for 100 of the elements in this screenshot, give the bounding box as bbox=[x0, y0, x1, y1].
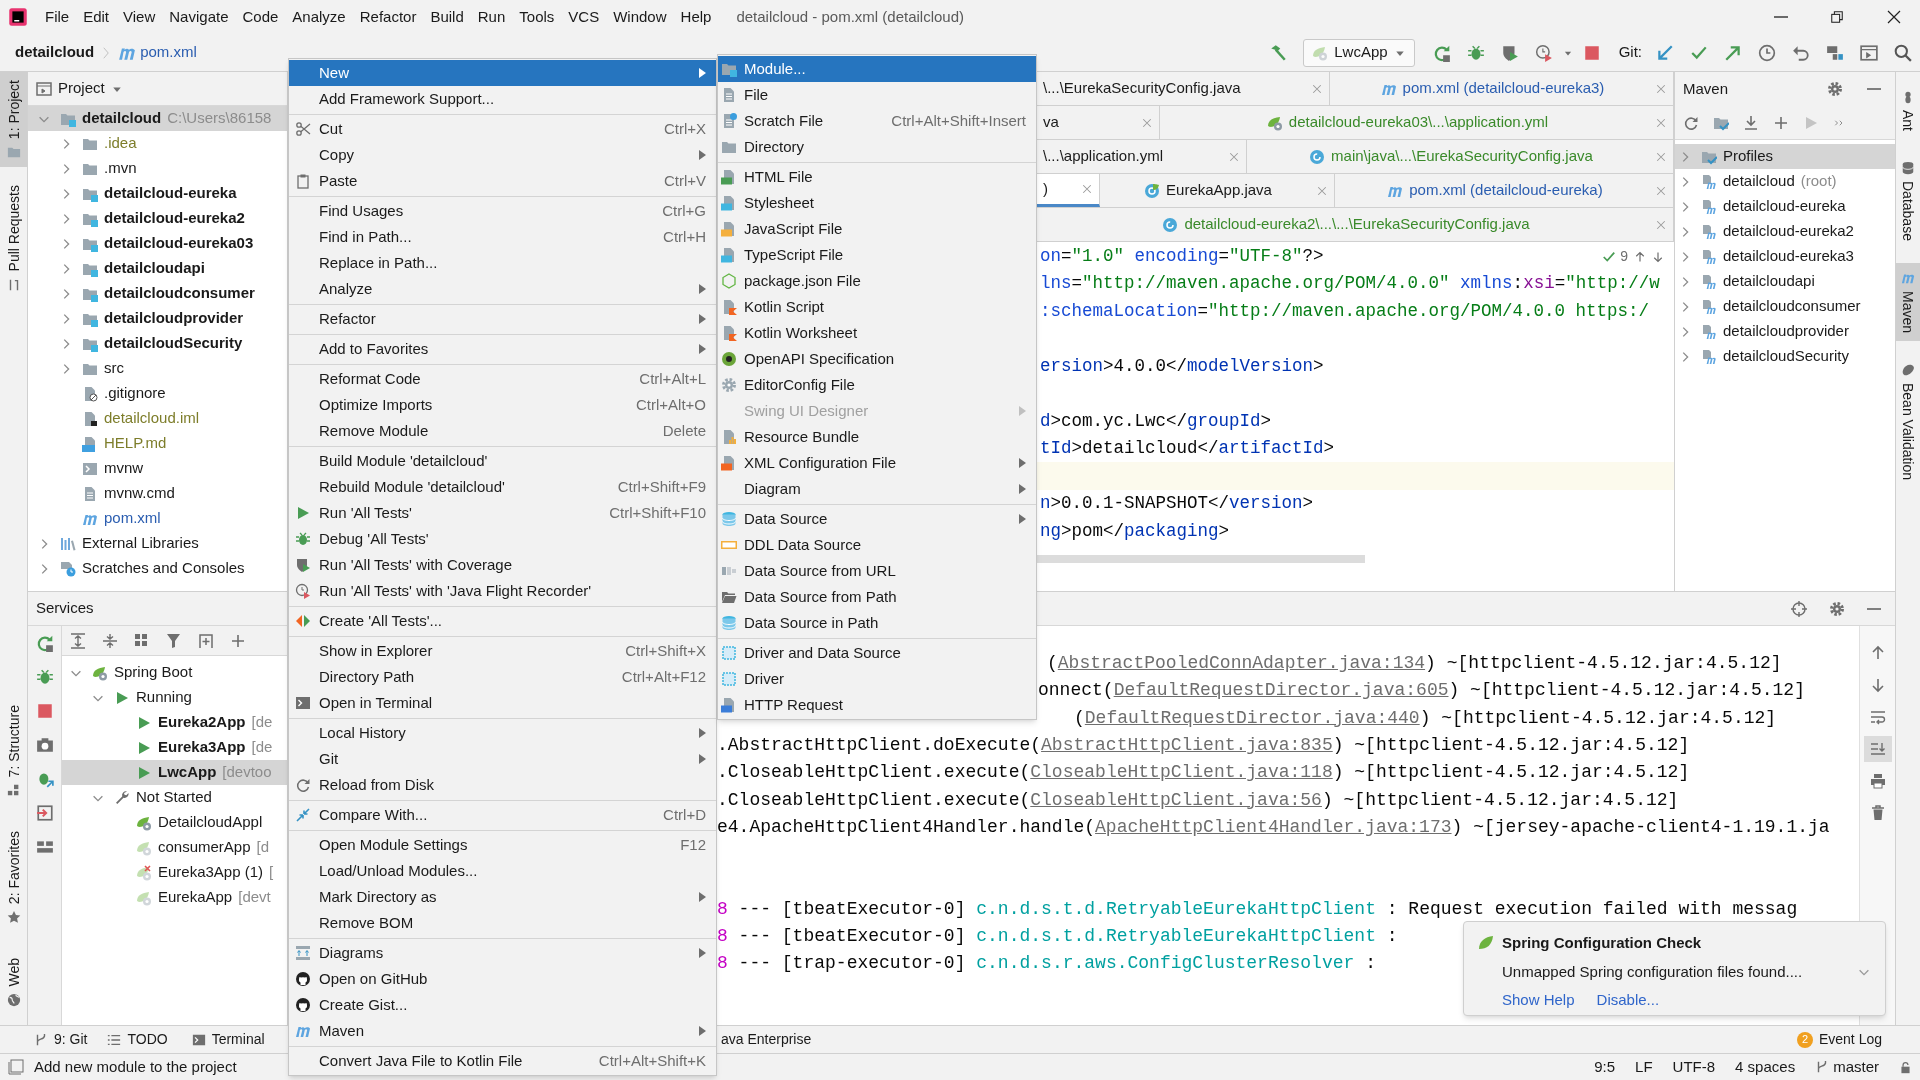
tree-item[interactable]: detailcloud-eureka bbox=[1675, 194, 1895, 219]
menu-bar-item[interactable]: Edit bbox=[76, 3, 117, 31]
menu-item[interactable]: Resource Bundle bbox=[718, 424, 1036, 450]
link[interactable]: DefaultRequestDirector.java:440 bbox=[1084, 707, 1420, 728]
status-item[interactable]: 4 spaces bbox=[1735, 1055, 1796, 1079]
tree-item[interactable]: Profiles bbox=[1675, 144, 1895, 169]
tree-item[interactable]: src bbox=[28, 356, 287, 381]
menu-bar-item[interactable]: Navigate bbox=[162, 3, 236, 31]
menu-item[interactable]: Driver and Data Source bbox=[718, 640, 1036, 666]
menu-item[interactable]: Kotlin Script bbox=[718, 294, 1036, 320]
tree-item[interactable]: Spring Boot bbox=[62, 660, 287, 685]
menu-item[interactable]: Driver bbox=[718, 666, 1036, 692]
menu-item[interactable]: Open in Terminal bbox=[289, 690, 716, 716]
tree-item[interactable]: Eureka2App [de bbox=[62, 710, 287, 735]
breadcrumb[interactable]: pom.xml bbox=[140, 41, 197, 64]
menu-bar-item[interactable]: Window bbox=[606, 3, 674, 31]
tree-item[interactable]: .idea bbox=[28, 131, 287, 156]
editor-tab[interactable]: ) bbox=[1037, 174, 1100, 207]
menu-item[interactable]: Diagrams bbox=[289, 940, 716, 966]
tool-window-tab[interactable]: Web bbox=[0, 950, 27, 1015]
menu-item[interactable]: Maven bbox=[289, 1018, 716, 1044]
menu-item[interactable]: HTML File bbox=[718, 164, 1036, 190]
tree-item[interactable]: Eureka3App [de bbox=[62, 735, 287, 760]
link[interactable]: AbstractPooledConnAdapter.java:134 bbox=[1057, 653, 1426, 674]
tree-item[interactable]: detailcloud-eureka2 bbox=[28, 206, 287, 231]
menu-item[interactable]: Find in Path... Ctrl+H bbox=[289, 224, 716, 250]
tree-item[interactable]: LwcApp [devtoo bbox=[62, 760, 287, 785]
link[interactable]: AbstractHttpClient.java:835 bbox=[1041, 735, 1333, 756]
menu-item[interactable]: Run 'All Tests' with 'Java Flight Recorder' bbox=[289, 578, 716, 604]
tree-item[interactable]: detailcloud C:\Users\86158 bbox=[28, 106, 287, 131]
tool-window-button[interactable]: 9: Git bbox=[34, 1029, 88, 1050]
menu-bar-item[interactable]: VCS bbox=[561, 3, 607, 31]
menu-item[interactable]: Build Module 'detailcloud' bbox=[289, 448, 716, 474]
link[interactable]: Show Help bbox=[1502, 989, 1575, 1012]
tree-item[interactable]: Not Started bbox=[62, 785, 287, 810]
menu-item[interactable]: JavaScript File bbox=[718, 216, 1036, 242]
menu-item[interactable]: Find Usages Ctrl+G bbox=[289, 198, 716, 224]
menu-item[interactable]: Replace in Path... bbox=[289, 250, 716, 276]
event-log-button[interactable]: 2 Event Log bbox=[1796, 1029, 1882, 1050]
tree-item[interactable]: Running bbox=[62, 685, 287, 710]
link[interactable]: ApacheHttpClient4Handler.java:173 bbox=[1095, 816, 1452, 837]
tree-item[interactable]: pom.xml bbox=[28, 506, 287, 531]
menu-item[interactable]: Data Source in Path bbox=[718, 610, 1036, 636]
tree-item[interactable]: detailcloud-eureka2 bbox=[1675, 219, 1895, 244]
menu-item[interactable]: OpenAPI Specification bbox=[718, 346, 1036, 372]
menu-item[interactable]: Rebuild Module 'detailcloud' Ctrl+Shift+F9 bbox=[289, 474, 716, 500]
tree-item[interactable]: detailcloud (root) bbox=[1675, 169, 1895, 194]
menu-item[interactable]: Diagram bbox=[718, 476, 1036, 502]
tree-item[interactable]: consumerApp [d bbox=[62, 835, 287, 860]
menu-item[interactable]: Show in Explorer Ctrl+Shift+X bbox=[289, 638, 716, 664]
menu-item[interactable]: Add Framework Support... bbox=[289, 86, 716, 112]
link[interactable]: CloseableHttpClient.java:56 bbox=[1030, 789, 1322, 810]
link[interactable]: CloseableHttpClient.java:118 bbox=[1030, 762, 1333, 783]
menu-item[interactable]: Cut Ctrl+X bbox=[289, 116, 716, 142]
menu-item[interactable]: Directory bbox=[718, 134, 1036, 160]
tool-window-button[interactable]: ava Enterprise bbox=[721, 1029, 812, 1050]
tool-window-tab[interactable]: 1: Project bbox=[0, 72, 27, 168]
tool-window-tab[interactable]: 2: Favorites bbox=[0, 823, 27, 933]
menu-item[interactable]: Open Module Settings F12 bbox=[289, 832, 716, 858]
tree-item[interactable]: External Libraries bbox=[28, 531, 287, 556]
menu-item[interactable]: Data Source bbox=[718, 506, 1036, 532]
menu-item[interactable]: Remove BOM bbox=[289, 910, 716, 936]
menu-item[interactable]: Stylesheet bbox=[718, 190, 1036, 216]
menu-item[interactable]: Open on GitHub bbox=[289, 966, 716, 992]
menu-bar-item[interactable]: Code bbox=[235, 3, 286, 31]
menu-item[interactable]: Data Source from Path bbox=[718, 584, 1036, 610]
tree-item[interactable]: detailcloud.iml bbox=[28, 406, 287, 431]
menu-item[interactable]: Mark Directory as bbox=[289, 884, 716, 910]
breadcrumb[interactable]: detailcloud bbox=[15, 41, 95, 64]
tree-item[interactable]: detailcloudconsumer bbox=[1675, 294, 1895, 319]
tree-item[interactable]: detailcloudapi bbox=[1675, 269, 1895, 294]
menu-item[interactable]: File bbox=[718, 82, 1036, 108]
menu-item[interactable]: Refactor bbox=[289, 306, 716, 332]
menu-item[interactable]: Git bbox=[289, 746, 716, 772]
menu-item[interactable]: Run 'All Tests' with Coverage bbox=[289, 552, 716, 578]
menu-item[interactable]: Reformat Code Ctrl+Alt+L bbox=[289, 366, 716, 392]
menu-item[interactable]: Kotlin Worksheet bbox=[718, 320, 1036, 346]
tree-item[interactable]: detailcloudapi bbox=[28, 256, 287, 281]
menu-item[interactable]: EditorConfig File bbox=[718, 372, 1036, 398]
menu-item[interactable]: package.json File bbox=[718, 268, 1036, 294]
status-item[interactable]: LF bbox=[1635, 1055, 1653, 1079]
status-item[interactable]: UTF-8 bbox=[1672, 1055, 1716, 1079]
tree-item[interactable]: .mvn bbox=[28, 156, 287, 181]
tool-window-tab[interactable]: Pull Requests bbox=[0, 177, 27, 300]
menu-item[interactable]: Paste Ctrl+V bbox=[289, 168, 716, 194]
menu-item[interactable]: Data Source from URL bbox=[718, 558, 1036, 584]
menu-item[interactable]: Scratch File Ctrl+Alt+Shift+Insert bbox=[718, 108, 1036, 134]
tree-item[interactable]: detailcloud-eureka3 bbox=[1675, 244, 1895, 269]
menu-item[interactable]: Compare With... Ctrl+D bbox=[289, 802, 716, 828]
branch-widget[interactable]: master bbox=[1815, 1055, 1879, 1079]
status-item[interactable]: 9:5 bbox=[1594, 1055, 1616, 1079]
tree-item[interactable]: mvnw.cmd bbox=[28, 481, 287, 506]
menu-item[interactable]: Load/Unload Modules... bbox=[289, 858, 716, 884]
link[interactable]: Disable... bbox=[1596, 989, 1660, 1012]
menu-bar-item[interactable]: Help bbox=[673, 3, 719, 31]
tree-item[interactable]: detailcloudprovider bbox=[28, 306, 287, 331]
menu-bar-item[interactable]: Build bbox=[423, 3, 471, 31]
menu-item[interactable]: Local History bbox=[289, 720, 716, 746]
tool-window-button[interactable]: Terminal bbox=[191, 1029, 265, 1050]
run-configuration-dropdown[interactable]: LwcApp bbox=[1303, 38, 1415, 67]
